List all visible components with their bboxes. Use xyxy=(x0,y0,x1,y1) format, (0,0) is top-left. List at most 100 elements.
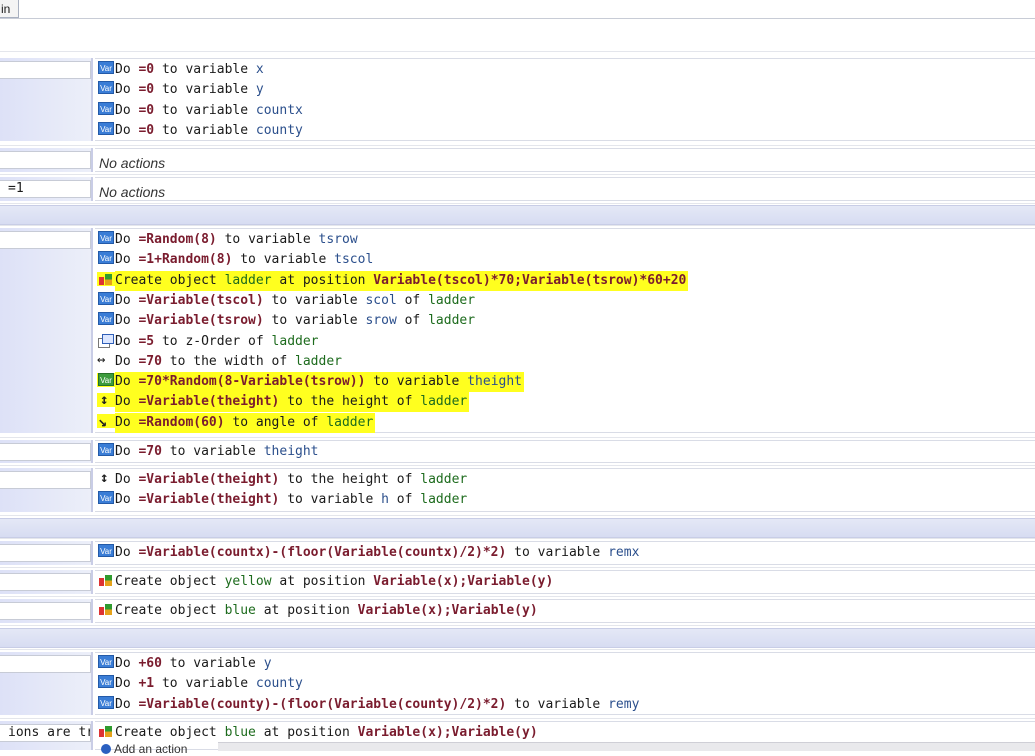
condition-text[interactable] xyxy=(0,655,91,673)
action-line[interactable]: Do =70 to variable theight xyxy=(97,442,321,462)
action-line[interactable]: Do =0 to variable county xyxy=(97,121,305,141)
action-line[interactable]: Do =70*Random(8-Variable(tsrow)) to vari… xyxy=(97,372,525,393)
action-text: Do =5 to z-Order of ladder xyxy=(115,332,321,352)
row-separator xyxy=(0,465,1035,466)
event-row[interactable]: No actions xyxy=(0,148,1035,172)
actions-column[interactable]: Do =Variable(countx)-(floor(Variable(cou… xyxy=(95,541,1035,565)
condition-text[interactable] xyxy=(0,471,91,489)
condition-column[interactable] xyxy=(0,599,93,623)
condition-text[interactable] xyxy=(0,443,91,461)
event-row[interactable]: Do =Random(8) to variable tsrowDo =1+Ran… xyxy=(0,228,1035,433)
action-token: y xyxy=(263,656,272,671)
action-line[interactable]: Do =Variable(theight) to variable h of l… xyxy=(97,490,469,510)
condition-text[interactable] xyxy=(0,151,91,169)
condition-text[interactable]: =1 xyxy=(0,180,91,198)
condition-text[interactable] xyxy=(0,544,91,562)
event-row[interactable]: =1 No actions xyxy=(0,177,1035,201)
actions-column[interactable]: Do =Variable(theight) to the height of l… xyxy=(95,468,1035,512)
row-separator xyxy=(0,515,1035,516)
action-line[interactable]: Create object ladder at position Variabl… xyxy=(97,270,689,291)
event-row[interactable]: Do +60 to variable yDo +1 to variable co… xyxy=(0,652,1035,715)
action-line[interactable]: Do =Variable(tscol) to variable scol of … xyxy=(97,291,477,311)
event-row[interactable]: Create object blue at position Variable(… xyxy=(0,599,1035,623)
action-token: to variable xyxy=(161,656,264,671)
action-line[interactable]: Create object blue at position Variable(… xyxy=(97,601,540,621)
action-token: to variable xyxy=(154,62,256,77)
condition-column[interactable]: ions are tr xyxy=(0,721,93,750)
action-line[interactable]: Create object yellow at position Variabl… xyxy=(97,572,555,592)
condition-column[interactable] xyxy=(0,148,93,172)
action-token: ladder xyxy=(271,333,319,349)
action-token: theight xyxy=(467,374,523,390)
scene-tab[interactable]: in xyxy=(0,0,19,18)
action-line[interactable]: Do =Variable(tsrow) to variable srow of … xyxy=(97,311,477,331)
actions-column[interactable]: Do =Random(8) to variable tsrowDo =1+Ran… xyxy=(95,228,1035,433)
action-line[interactable]: Do =Random(8) to variable tsrow xyxy=(97,230,360,250)
condition-column[interactable] xyxy=(0,228,93,433)
action-line[interactable]: Do =5 to z-Order of ladder xyxy=(97,332,321,352)
action-text: Do =Variable(theight) to the height of l… xyxy=(115,392,470,413)
actions-column[interactable]: Create object yellow at position Variabl… xyxy=(95,570,1035,594)
event-row[interactable]: Do =Variable(countx)-(floor(Variable(cou… xyxy=(0,541,1035,565)
action-token: to the width of xyxy=(161,353,296,369)
actions-column[interactable]: Create object blue at position Variable(… xyxy=(95,599,1035,623)
condition-text[interactable]: ions are tr xyxy=(0,724,91,742)
action-line[interactable]: Do =Variable(theight) to the height of l… xyxy=(97,390,470,413)
action-line[interactable]: Do =70 to the width of ladder xyxy=(97,350,344,372)
var-icon xyxy=(97,251,115,265)
actions-column[interactable]: Do =70 to variable theight xyxy=(95,440,1035,463)
actions-column[interactable]: Do +60 to variable yDo +1 to variable co… xyxy=(95,652,1035,715)
action-token: =Random(8) xyxy=(138,232,217,247)
condition-column[interactable] xyxy=(0,440,93,463)
condition-column[interactable] xyxy=(0,541,93,565)
condition-column[interactable] xyxy=(0,570,93,594)
action-line[interactable]: Do =0 to variable countx xyxy=(97,101,305,121)
row-separator xyxy=(0,174,1035,175)
action-line[interactable]: Do +60 to variable y xyxy=(97,654,274,674)
condition-text[interactable] xyxy=(0,61,91,79)
event-row[interactable]: Do =0 to variable xDo =0 to variable yDo… xyxy=(0,58,1035,141)
condition-text[interactable] xyxy=(0,573,91,591)
zorder-icon xyxy=(97,333,115,348)
action-token: Do xyxy=(115,353,139,369)
action-token: countx xyxy=(255,102,303,118)
action-line[interactable]: Do =Variable(county)-(floor(Variable(cou… xyxy=(97,695,641,715)
group-header-bar[interactable] xyxy=(0,518,1035,538)
event-row[interactable]: Create object yellow at position Variabl… xyxy=(0,570,1035,594)
action-token: Do xyxy=(115,492,139,508)
condition-column[interactable] xyxy=(0,468,93,512)
group-header-bar[interactable] xyxy=(0,205,1035,225)
action-line[interactable]: Do =1+Random(8) to variable tscol xyxy=(97,250,375,270)
action-token: =Variable(tscol) xyxy=(138,292,264,308)
actions-column[interactable]: No actions xyxy=(95,177,1035,201)
action-line[interactable]: Do =Variable(theight) to the height of l… xyxy=(97,468,469,490)
action-line[interactable]: Do +1 to variable county xyxy=(97,674,305,694)
action-text: Do =0 to variable county xyxy=(115,121,305,141)
action-token: =5 xyxy=(138,333,155,349)
condition-column[interactable]: =1 xyxy=(0,177,93,201)
actions-column[interactable]: No actions xyxy=(95,148,1035,172)
action-line[interactable]: Do =0 to variable y xyxy=(97,80,266,100)
action-token: Do xyxy=(115,122,139,138)
group-header-bar[interactable] xyxy=(0,628,1035,648)
action-line[interactable]: Create object blue at position Variable(… xyxy=(97,723,540,743)
condition-text[interactable] xyxy=(0,231,91,249)
action-token: to variable xyxy=(154,122,256,138)
condition-text[interactable] xyxy=(0,602,91,620)
create-icon xyxy=(97,724,115,738)
actions-column[interactable]: Do =0 to variable xDo =0 to variable yDo… xyxy=(95,58,1035,141)
add-action-link[interactable]: Add an action xyxy=(101,742,187,756)
condition-column[interactable] xyxy=(0,652,93,715)
action-token: to variable xyxy=(279,492,382,508)
action-token: =70 xyxy=(138,444,162,459)
var-icon xyxy=(97,491,115,505)
event-row[interactable]: Do =Variable(theight) to the height of l… xyxy=(0,468,1035,512)
action-token: ladder xyxy=(428,292,476,308)
action-line[interactable]: Do =0 to variable x xyxy=(97,60,266,80)
action-line[interactable]: Do =Variable(countx)-(floor(Variable(cou… xyxy=(97,543,641,563)
event-row[interactable]: Do =70 to variable theight xyxy=(0,440,1035,463)
action-line[interactable]: Do =Random(60) to angle of ladder xyxy=(97,411,376,433)
angle-icon xyxy=(97,411,115,431)
condition-column[interactable] xyxy=(0,58,93,141)
action-token: to variable xyxy=(154,102,256,118)
